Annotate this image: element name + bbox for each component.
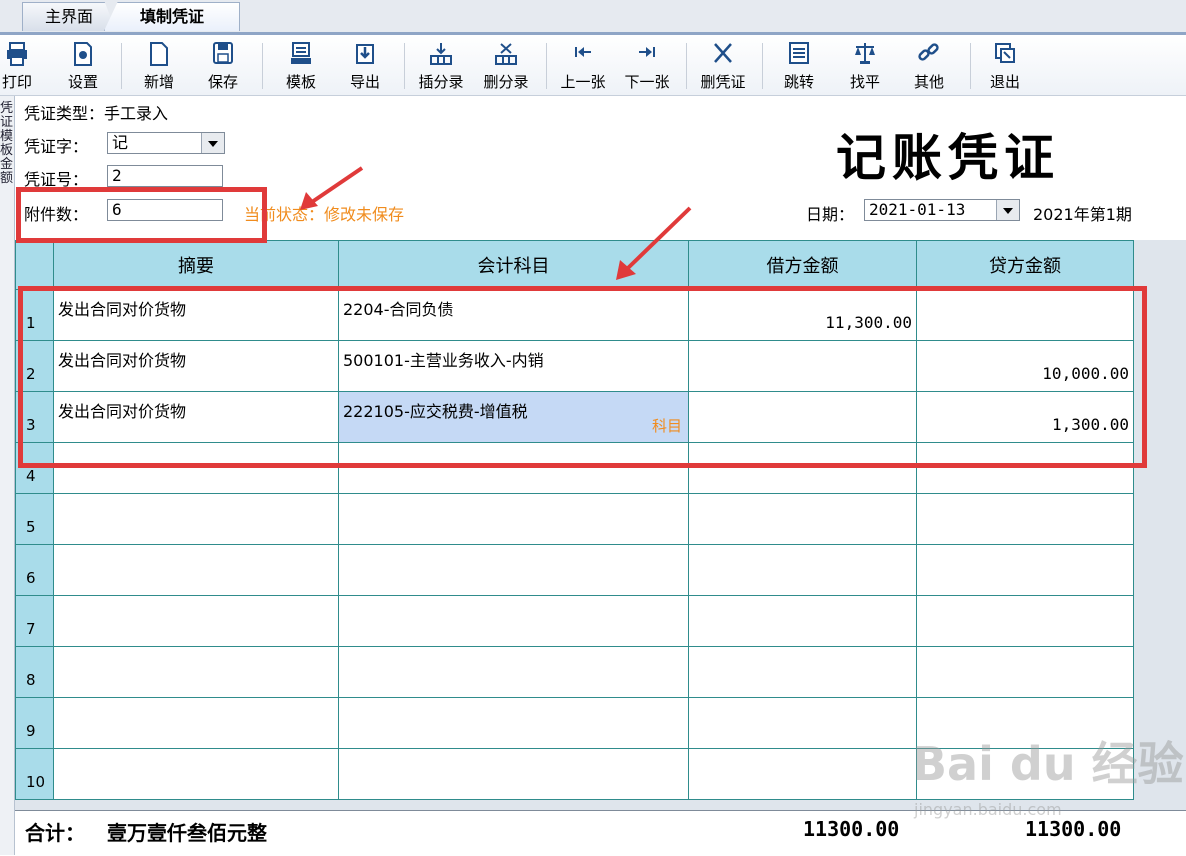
annotation-arrows: [300, 166, 692, 280]
annotation-arrow: [300, 166, 364, 210]
annotation-arrow: [616, 206, 692, 280]
